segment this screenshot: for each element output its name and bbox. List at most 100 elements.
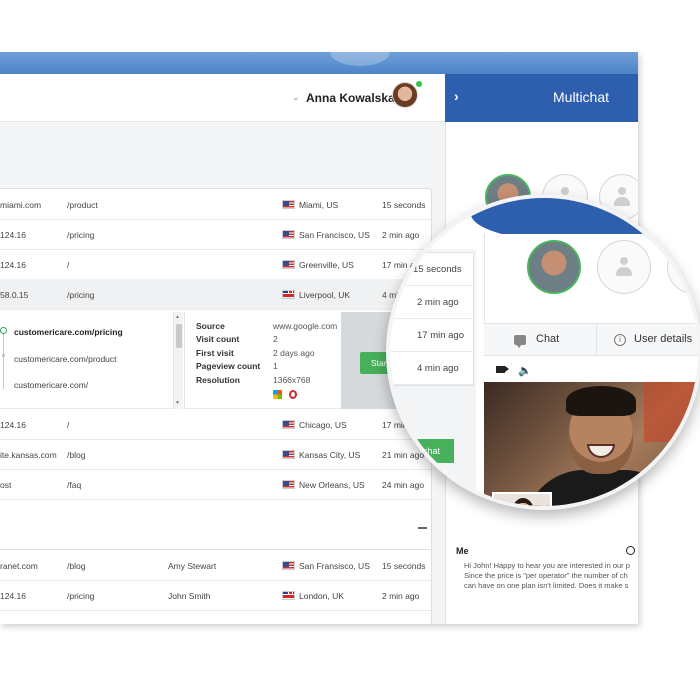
user-name[interactable]: Anna Kowalska <box>306 91 395 105</box>
user-avatar[interactable] <box>392 82 418 108</box>
info-label: Source <box>196 321 225 331</box>
visitor-page-path: / <box>67 420 70 430</box>
table-row[interactable]: 124.16/pricing John Smith London, UK 2 min … <box>0 580 431 611</box>
windows-icon <box>273 390 282 399</box>
us-flag-icon <box>282 450 295 459</box>
table-row[interactable]: 124.16/Greenville, US17 min ago <box>0 249 431 280</box>
us-flag-icon <box>282 561 295 570</box>
scroll-down-icon[interactable]: ▼ <box>175 400 180 406</box>
visitor-host: 58.0.15 <box>0 290 29 300</box>
visitor-name: John Smith <box>168 591 211 601</box>
info-label: Resolution <box>196 375 240 385</box>
chat-bubble-icon <box>514 335 526 348</box>
info-label: Visit count <box>196 334 240 344</box>
overlay-line: are on m <box>684 491 700 498</box>
visitor-page-path: / <box>67 260 70 270</box>
window-titlebar <box>0 52 638 74</box>
overlay-line: plan inclu <box>684 501 698 508</box>
visitor-page-path: /pricing <box>67 230 95 240</box>
online-status-icon <box>416 81 422 87</box>
visitor-host: 124.16 <box>0 260 26 270</box>
table-row[interactable]: 58.0.15/pricingLiverpool, UK4 min ago <box>0 279 431 310</box>
lens-time-cell: 2 min ago <box>390 286 473 319</box>
visited-page-item[interactable]: customericare.com/ <box>14 380 88 390</box>
visitor-host: miami.com <box>0 200 42 210</box>
visitor-host: 124.16 <box>0 420 26 430</box>
opera-icon <box>289 390 297 399</box>
visitor-page-path: /blog <box>67 450 86 460</box>
visitor-host: 124.16 <box>0 591 26 601</box>
scroll-up-icon[interactable]: ▲ <box>175 314 180 320</box>
table-row[interactable]: ranet.com/blog Amy Stewart San Fransisco, … <box>0 550 431 581</box>
visitor-location: London, UK <box>299 591 344 601</box>
lens-time-cell: 15 seconds <box>390 253 473 286</box>
scroll-thumb[interactable] <box>176 324 182 348</box>
video-overlay-text: are on m plan inclu <box>684 490 700 508</box>
visitor-name: Amy Stewart <box>168 561 217 571</box>
us-flag-icon <box>282 260 295 269</box>
us-flag-icon <box>282 230 295 239</box>
lens-chat-avatar[interactable] <box>597 240 651 294</box>
multichat-title: Multichat <box>553 89 610 105</box>
tab-divider <box>596 324 597 357</box>
lens-time-cell: 17 min ago <box>390 319 473 352</box>
visitor-host: ost <box>0 480 12 490</box>
table-row[interactable]: ite.kansas.com/blogKansas City, US21 min… <box>0 439 431 470</box>
info-value: 1366x768 <box>273 375 311 385</box>
info-value: 1 <box>273 361 278 371</box>
screenshot-stage: ⌄ Anna Kowalska miami.com/product Miami, … <box>0 0 700 680</box>
visitor-time: 2 min ago <box>382 591 420 601</box>
video-feed: are on m plan inclu <box>484 382 700 508</box>
visitor-host: 124.16 <box>0 230 26 240</box>
clock-icon <box>626 546 635 555</box>
video-background <box>644 382 698 442</box>
current-page-marker-icon <box>0 327 7 334</box>
lens-chat-avatar[interactable] <box>667 240 698 294</box>
visitor-location: New Orleans, US <box>299 480 365 490</box>
visitor-location: San Fransisco, US <box>299 561 370 571</box>
info-value: 2 days ago <box>273 348 315 358</box>
us-flag-icon <box>282 420 295 429</box>
chevron-down-icon[interactable]: ⌄ <box>292 92 300 103</box>
info-icon: i <box>614 334 626 346</box>
media-controls: 🔈 <box>484 356 698 382</box>
message-line: can have on one plan isn't limited. Does… <box>464 581 629 590</box>
visited-page-item[interactable]: customericare.com/pricing <box>14 327 123 337</box>
video-person-hair <box>566 386 636 416</box>
us-flag-icon <box>282 200 295 209</box>
magnifier-lens: 15 seconds 2 min ago 17 min ago 4 min ag… <box>386 194 700 510</box>
uk-flag-icon <box>282 290 295 299</box>
info-label: First visit <box>196 348 234 358</box>
us-flag-icon <box>282 480 295 489</box>
table-row[interactable]: miami.com/product Miami, US 15 seconds <box>0 189 431 220</box>
visited-page-item[interactable]: customericare.com/product <box>14 354 117 364</box>
chevron-right-icon[interactable]: › <box>454 88 459 104</box>
info-label: Pageview count <box>196 361 261 371</box>
visitor-location: Miami, US <box>299 200 339 210</box>
visitor-page-path: /faq <box>67 480 82 490</box>
tab-user-details[interactable]: User details <box>634 333 692 345</box>
table-row[interactable]: ost/faqNew Orleans, US24 min ago <box>0 469 431 500</box>
table-row[interactable]: 124.16/Chicago, US17 min ago <box>0 409 431 440</box>
table-row[interactable]: 124.16/pricing San Francisco, US 2 min ago <box>0 219 431 250</box>
lens-start-chat-button[interactable]: t chat <box>408 439 454 463</box>
message-line: Since the price is "per operator" the nu… <box>464 571 628 580</box>
scrollbar[interactable]: ▲ ▼ <box>173 312 183 409</box>
titlebar-handle[interactable] <box>330 52 390 66</box>
camera-icon[interactable] <box>496 366 505 373</box>
visitor-page-path: /pricing <box>67 290 95 300</box>
speaker-icon[interactable]: 🔈 <box>518 364 532 377</box>
lens-time-cell: 4 min ago <box>390 352 473 385</box>
info-value: 2 <box>273 334 278 344</box>
page-marker-icon <box>2 354 5 357</box>
visitor-host: ite.kansas.com <box>0 450 57 460</box>
timeline-line <box>3 327 4 389</box>
visitor-detail-panel: customericare.com/pricing customericare.… <box>0 312 431 409</box>
lens-chat-avatar-active[interactable] <box>527 240 581 294</box>
multichat-header: › Multichat <box>445 74 638 122</box>
info-value: www.google.com <box>273 321 338 331</box>
tab-chat[interactable]: Chat <box>536 333 559 345</box>
visitor-location: Greenville, US <box>299 260 354 270</box>
visited-pages-list: customericare.com/pricing customericare.… <box>0 312 185 409</box>
collapse-section-icon[interactable] <box>418 527 427 529</box>
